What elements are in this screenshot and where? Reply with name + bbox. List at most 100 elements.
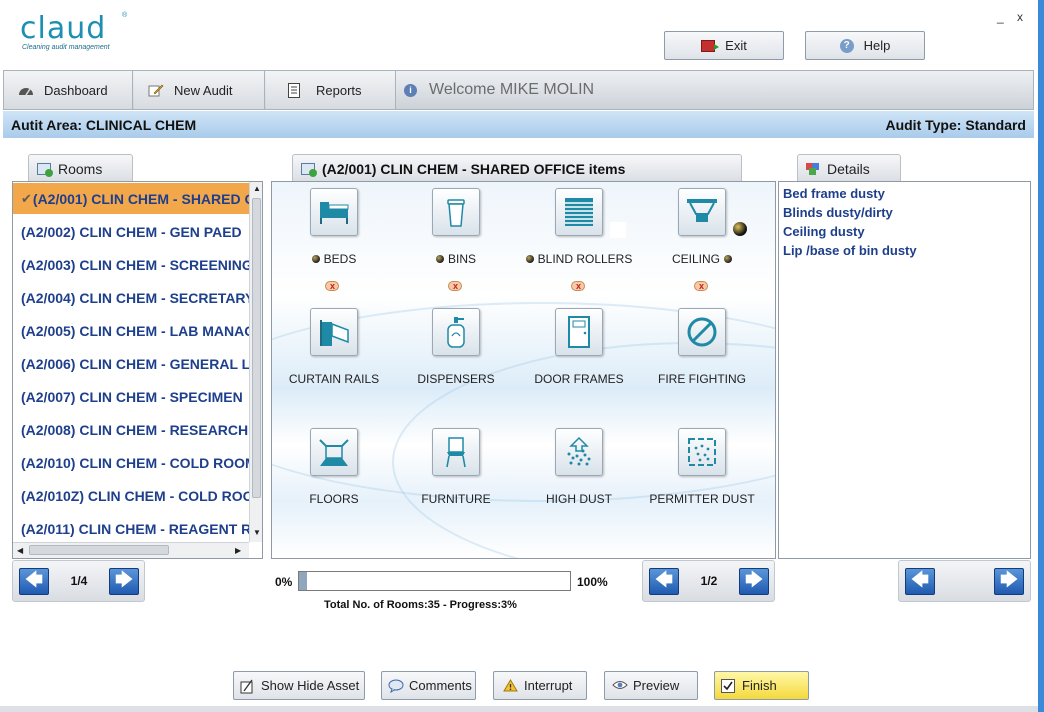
arrow-right-icon: 🡆 bbox=[1000, 569, 1018, 589]
no-comment-icon[interactable]: x bbox=[571, 281, 587, 293]
room-item-label: (A2/004) CLIN CHEM - SECRETARY bbox=[21, 289, 249, 306]
item-bins[interactable]: BINS bbox=[394, 188, 518, 266]
item-floors[interactable]: FLOORS bbox=[272, 428, 396, 506]
item-beds[interactable]: BEDS bbox=[272, 188, 396, 266]
horizontal-scroll-thumb[interactable] bbox=[29, 545, 169, 555]
detail-item[interactable]: Ceiling dusty bbox=[783, 222, 1026, 241]
finish-checkbox-icon bbox=[721, 678, 736, 693]
item-furniture[interactable]: FURNITURE bbox=[394, 428, 518, 506]
tab-new-audit[interactable]: New Audit bbox=[134, 71, 265, 109]
bed-icon[interactable] bbox=[310, 188, 358, 236]
arrow-right-icon: 🡆 bbox=[745, 569, 763, 589]
no-comment-icon[interactable]: x bbox=[694, 281, 710, 293]
vertical-scroll-thumb[interactable] bbox=[252, 198, 261, 498]
preview-eye-icon bbox=[612, 679, 628, 693]
high-dust-icon[interactable] bbox=[555, 428, 603, 476]
progress-min-label: 0% bbox=[275, 575, 293, 589]
items-next-button[interactable]: 🡆 bbox=[739, 567, 769, 595]
progress-total-text: Total No. of Rooms:35 - Progress:3% bbox=[324, 599, 517, 611]
curtain-icon[interactable] bbox=[310, 308, 358, 356]
room-item-a2-004[interactable]: (A2/004) CLIN CHEM - SECRETARY bbox=[13, 282, 249, 313]
rooms-icon bbox=[37, 162, 53, 177]
detail-item[interactable]: Blinds dusty/dirty bbox=[783, 203, 1026, 222]
item-door-frames[interactable]: DOOR FRAMES bbox=[517, 308, 641, 386]
room-item-a2-007[interactable]: (A2/007) CLIN CHEM - SPECIMEN bbox=[13, 381, 249, 412]
item-label: FLOORS bbox=[309, 492, 359, 506]
detail-item[interactable]: Bed frame dusty bbox=[783, 184, 1026, 203]
arrow-right-icon: 🡆 bbox=[115, 569, 133, 589]
details-next-button[interactable]: 🡆 bbox=[994, 567, 1024, 595]
scroll-up-arrow-icon[interactable]: ▲ bbox=[253, 184, 261, 193]
item-high-dust[interactable]: HIGH DUST bbox=[517, 428, 641, 506]
comments-button[interactable]: Comments bbox=[381, 671, 476, 700]
exit-icon bbox=[701, 39, 720, 52]
room-item-a2-010[interactable]: (A2/010) CLIN CHEM - COLD ROOM bbox=[13, 447, 249, 478]
finish-button[interactable]: Finish bbox=[714, 671, 809, 700]
status-bomb-icon bbox=[733, 222, 747, 236]
rooms-prev-button[interactable]: 🡄 bbox=[19, 567, 49, 595]
door-icon[interactable] bbox=[555, 308, 603, 356]
progress-max-label: 100% bbox=[577, 575, 608, 589]
room-item-a2-002[interactable]: (A2/002) CLIN CHEM - GEN PAED bbox=[13, 216, 249, 247]
rooms-list[interactable]: ✔ (A2/001) CLIN CHEM - SHARED OFFICE (A2… bbox=[12, 181, 263, 559]
tab-dashboard[interactable]: Dashboard bbox=[4, 71, 133, 109]
room-item-a2-001[interactable]: ✔ (A2/001) CLIN CHEM - SHARED OFFICE bbox=[13, 183, 249, 214]
interrupt-button[interactable]: Interrupt bbox=[493, 671, 587, 700]
exit-button-label: Exit bbox=[725, 38, 747, 53]
details-list: Bed frame dusty Blinds dusty/dirty Ceili… bbox=[778, 181, 1031, 559]
room-item-a2-011[interactable]: (A2/011) CLIN CHEM - REAGENT ROOM bbox=[13, 513, 249, 544]
taskbar-strip bbox=[0, 706, 1038, 712]
tab-new-audit-label: New Audit bbox=[174, 82, 233, 98]
item-label: DISPENSERS bbox=[417, 372, 495, 386]
item-label: BLIND ROLLERS bbox=[537, 252, 633, 266]
item-dispensers[interactable]: DISPENSERS bbox=[394, 308, 518, 386]
tab-reports-label: Reports bbox=[316, 82, 362, 98]
rooms-horizontal-scrollbar[interactable]: ◀ ▶ bbox=[13, 542, 249, 558]
fire-fighting-icon[interactable] bbox=[678, 308, 726, 356]
perimeter-dust-icon[interactable] bbox=[678, 428, 726, 476]
items-prev-button[interactable]: 🡄 bbox=[649, 567, 679, 595]
blind-icon[interactable] bbox=[555, 188, 603, 236]
rooms-next-button[interactable]: 🡆 bbox=[109, 567, 139, 595]
help-button[interactable]: ? Help bbox=[805, 31, 925, 60]
room-item-label: (A2/008) CLIN CHEM - RESEARCH bbox=[21, 421, 249, 438]
welcome-text: Welcome MIKE MOLIN bbox=[429, 81, 595, 98]
item-permitter-dust[interactable]: PERMITTER DUST bbox=[640, 428, 764, 506]
close-button[interactable]: x bbox=[1017, 10, 1023, 24]
item-curtain-rails[interactable]: CURTAIN RAILS bbox=[272, 308, 396, 386]
no-comment-icon[interactable]: x bbox=[448, 281, 464, 293]
room-item-label: (A2/001) CLIN CHEM - SHARED OFFICE bbox=[32, 190, 249, 207]
tab-reports[interactable]: Reports bbox=[266, 71, 396, 109]
preview-button[interactable]: Preview bbox=[604, 671, 698, 700]
comments-label: Comments bbox=[409, 678, 472, 693]
room-item-a2-008[interactable]: (A2/008) CLIN CHEM - RESEARCH bbox=[13, 414, 249, 445]
rooms-page-indicator: 1/4 bbox=[70, 574, 88, 588]
scroll-down-arrow-icon[interactable]: ▼ bbox=[253, 528, 261, 537]
ceiling-icon[interactable] bbox=[678, 188, 726, 236]
item-fire-fighting[interactable]: FIRE FIGHTING bbox=[640, 308, 764, 386]
chair-icon[interactable] bbox=[432, 428, 480, 476]
minimize-button[interactable]: _ bbox=[997, 10, 1004, 24]
room-item-label: (A2/010) CLIN CHEM - COLD ROOM bbox=[21, 454, 249, 471]
arrow-left-icon: 🡄 bbox=[655, 569, 673, 589]
exit-button[interactable]: Exit bbox=[664, 31, 784, 60]
room-item-a2-005[interactable]: (A2/005) CLIN CHEM - LAB MANAGER bbox=[13, 315, 249, 346]
details-prev-button[interactable]: 🡄 bbox=[905, 567, 935, 595]
audit-area-bar: Autit Area: CLINICAL CHEM Audit Type: St… bbox=[3, 111, 1034, 138]
room-item-a2-010z[interactable]: (A2/010Z) CLIN CHEM - COLD ROOM bbox=[13, 480, 249, 511]
scroll-left-arrow-icon[interactable]: ◀ bbox=[17, 546, 23, 555]
detail-item[interactable]: Lip /base of bin dusty bbox=[783, 241, 1026, 260]
status-dot-icon bbox=[311, 255, 320, 263]
finish-label: Finish bbox=[742, 678, 777, 693]
room-item-a2-003[interactable]: (A2/003) CLIN CHEM - SCREENING bbox=[13, 249, 249, 280]
dispenser-icon[interactable] bbox=[432, 308, 480, 356]
bin-icon[interactable] bbox=[432, 188, 480, 236]
room-item-a2-006[interactable]: (A2/006) CLIN CHEM - GENERAL LAB bbox=[13, 348, 249, 379]
rooms-vertical-scrollbar[interactable]: ▲ ▼ bbox=[249, 182, 262, 542]
no-comment-icon[interactable]: x bbox=[325, 281, 341, 293]
show-hide-asset-button[interactable]: Show Hide Asset bbox=[233, 671, 365, 700]
floor-icon[interactable] bbox=[310, 428, 358, 476]
room-item-label: (A2/005) CLIN CHEM - LAB MANAGER bbox=[21, 322, 249, 339]
scroll-right-arrow-icon[interactable]: ▶ bbox=[235, 546, 241, 555]
main-tabbar: Dashboard New Audit Reports i Welcome MI… bbox=[3, 70, 1034, 110]
